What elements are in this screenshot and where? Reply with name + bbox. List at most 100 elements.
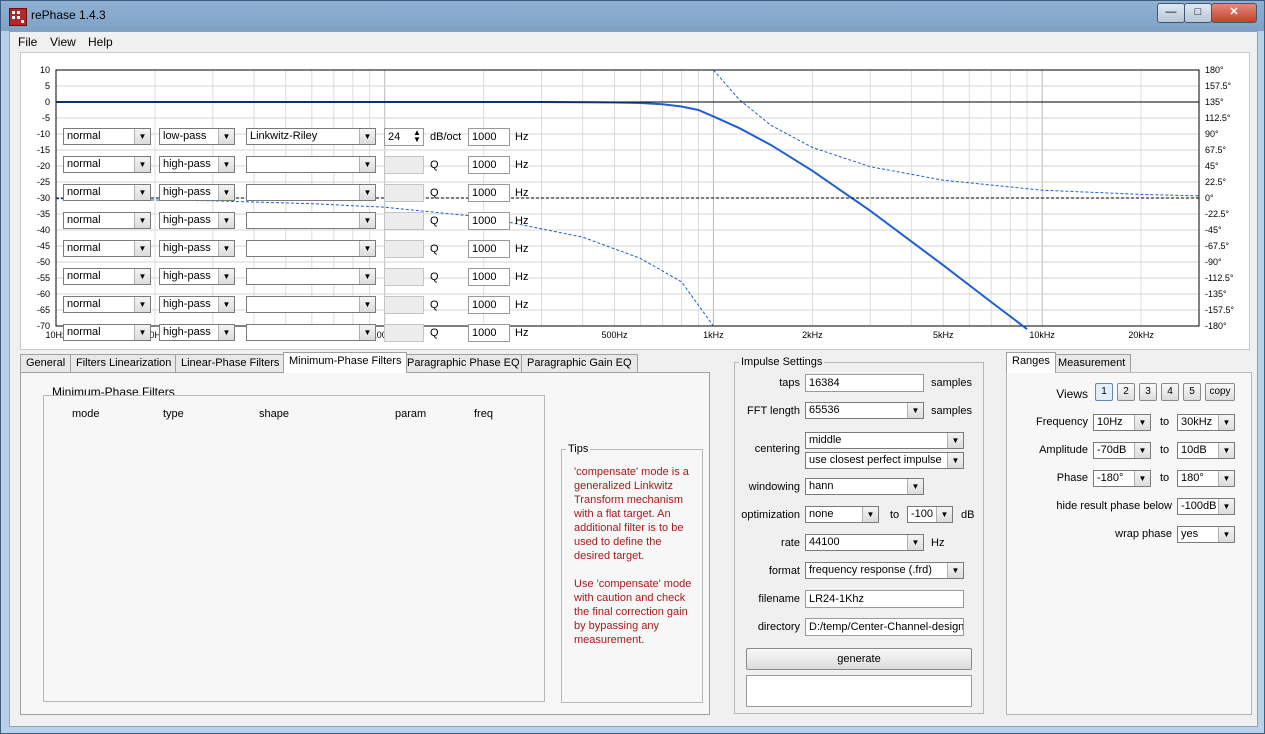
directory-input[interactable]: D:/temp/Center-Channel-designs xyxy=(805,618,964,636)
shape-select[interactable]: ▼ xyxy=(246,156,376,173)
x-tick-label: 1kHz xyxy=(703,330,724,340)
format-select[interactable]: frequency response (.frd) ▼ xyxy=(805,562,964,579)
view-5-button[interactable]: 5 xyxy=(1183,383,1201,401)
phase-curve-wrapped xyxy=(713,69,1200,197)
param-input[interactable] xyxy=(384,184,424,202)
mode-select[interactable]: normal ▼ xyxy=(63,296,151,313)
shape-select[interactable]: ▼ xyxy=(246,212,376,229)
shape-select[interactable]: Linkwitz-Riley ▼ xyxy=(246,128,376,145)
tab-paragraphic-gain-eq[interactable]: Paragraphic Gain EQ xyxy=(521,354,638,372)
spinner-icon[interactable]: ▲ ▼ xyxy=(413,129,421,144)
type-select[interactable]: high-pass ▼ xyxy=(159,212,235,229)
freq-input[interactable]: 1000 xyxy=(468,268,510,286)
type-select[interactable]: low-pass ▼ xyxy=(159,128,235,145)
y2-tick-label: 67.5° xyxy=(1205,145,1227,155)
centering-select[interactable]: middle ▼ xyxy=(805,432,964,449)
freq-unit: Hz xyxy=(515,327,529,339)
mode-select[interactable]: normal ▼ xyxy=(63,156,151,173)
mode-select[interactable]: normal ▼ xyxy=(63,240,151,257)
menu-help[interactable]: Help xyxy=(82,35,119,49)
type-select[interactable]: high-pass ▼ xyxy=(159,324,235,341)
frequency-to-value: 30kHz xyxy=(1181,416,1213,428)
y2-tick-label: 45° xyxy=(1205,161,1219,171)
title-bar[interactable]: rePhase 1.4.3 — □ ✕ xyxy=(1,1,1264,31)
shape-select[interactable]: ▼ xyxy=(246,296,376,313)
centering-label: centering xyxy=(754,443,800,455)
maximize-button[interactable]: □ xyxy=(1184,3,1212,23)
shape-select[interactable]: ▼ xyxy=(246,240,376,257)
param-input[interactable] xyxy=(384,212,424,230)
param-input[interactable] xyxy=(384,268,424,286)
phase-from-select[interactable]: -180° ▼ xyxy=(1093,470,1151,487)
copy-view-button[interactable]: copy xyxy=(1205,383,1235,401)
mode-value: normal xyxy=(67,214,101,226)
close-button[interactable]: ✕ xyxy=(1211,3,1257,23)
param-input[interactable] xyxy=(384,296,424,314)
tab-filters-linearization[interactable]: Filters Linearization xyxy=(70,354,178,372)
minimize-button[interactable]: — xyxy=(1157,3,1185,23)
optimization-level-select[interactable]: -100 ▼ xyxy=(907,506,953,523)
freq-input[interactable]: 1000 xyxy=(468,324,510,342)
type-value: high-pass xyxy=(163,242,211,254)
mode-value: normal xyxy=(67,186,101,198)
tab-general[interactable]: General xyxy=(20,354,72,372)
freq-input[interactable]: 1000 xyxy=(468,156,510,174)
view-1-button[interactable]: 1 xyxy=(1095,383,1113,401)
tab-minimum-phase-filters[interactable]: Minimum-Phase Filters xyxy=(283,352,408,373)
fft-length-select[interactable]: 65536 ▼ xyxy=(805,402,924,419)
menu-file[interactable]: File xyxy=(12,35,43,49)
mode-select[interactable]: normal ▼ xyxy=(63,184,151,201)
rate-select[interactable]: 44100 ▼ xyxy=(805,534,924,551)
optimization-select[interactable]: none ▼ xyxy=(805,506,879,523)
frequency-from-select[interactable]: 10Hz ▼ xyxy=(1093,414,1151,431)
menu-view[interactable]: View xyxy=(44,35,82,49)
mode-select[interactable]: normal ▼ xyxy=(63,268,151,285)
taps-input[interactable]: 16384 xyxy=(805,374,924,392)
wrap-phase-select[interactable]: yes ▼ xyxy=(1177,526,1235,543)
mode-select[interactable]: normal ▼ xyxy=(63,212,151,229)
tab-paragraphic-phase-eq[interactable]: Paragraphic Phase EQ xyxy=(401,354,526,372)
mode-select[interactable]: normal ▼ xyxy=(63,128,151,145)
chevron-down-icon: ▼ xyxy=(907,535,923,550)
shape-select[interactable]: ▼ xyxy=(246,268,376,285)
amplitude-from-select[interactable]: -70dB ▼ xyxy=(1093,442,1151,459)
type-select[interactable]: high-pass ▼ xyxy=(159,268,235,285)
freq-input[interactable]: 1000 xyxy=(468,296,510,314)
tab-linear-phase-filters[interactable]: Linear-Phase Filters xyxy=(175,354,286,372)
view-2-button[interactable]: 2 xyxy=(1117,383,1135,401)
amplitude-to-select[interactable]: 10dB ▼ xyxy=(1177,442,1235,459)
phase-to-select[interactable]: 180° ▼ xyxy=(1177,470,1235,487)
y2-tick-label: 112.5° xyxy=(1205,113,1231,123)
freq-input[interactable]: 1000 xyxy=(468,128,510,146)
type-select[interactable]: high-pass ▼ xyxy=(159,156,235,173)
type-select[interactable]: high-pass ▼ xyxy=(159,296,235,313)
view-4-button[interactable]: 4 xyxy=(1161,383,1179,401)
tab-measurement[interactable]: Measurement xyxy=(1052,354,1132,372)
taps-unit: samples xyxy=(931,377,972,389)
param-input[interactable] xyxy=(384,156,424,174)
centering-mode-select[interactable]: use closest perfect impulse ▼ xyxy=(805,452,964,469)
filename-input[interactable]: LR24-1Khz xyxy=(805,590,964,608)
type-select[interactable]: high-pass ▼ xyxy=(159,184,235,201)
chevron-down-icon: ▼ xyxy=(862,507,878,522)
rate-label: rate xyxy=(781,537,800,549)
view-3-button[interactable]: 3 xyxy=(1139,383,1157,401)
freq-input[interactable]: 1000 xyxy=(468,184,510,202)
frequency-to-select[interactable]: 30kHz ▼ xyxy=(1177,414,1235,431)
mode-value: normal xyxy=(67,242,101,254)
generate-button[interactable]: generate xyxy=(746,648,972,670)
shape-select[interactable]: ▼ xyxy=(246,324,376,341)
param-unit: Q xyxy=(430,215,439,227)
windowing-select[interactable]: hann ▼ xyxy=(805,478,924,495)
shape-select[interactable]: ▼ xyxy=(246,184,376,201)
param-input[interactable] xyxy=(384,324,424,342)
views-label: Views xyxy=(1056,387,1088,401)
param-input[interactable] xyxy=(384,240,424,258)
hide-phase-select[interactable]: -100dB ▼ xyxy=(1177,498,1235,515)
freq-input[interactable]: 1000 xyxy=(468,240,510,258)
tab-ranges[interactable]: Ranges xyxy=(1006,352,1056,373)
chevron-down-icon: ▼ xyxy=(218,157,234,172)
mode-select[interactable]: normal ▼ xyxy=(63,324,151,341)
type-select[interactable]: high-pass ▼ xyxy=(159,240,235,257)
freq-input[interactable]: 1000 xyxy=(468,212,510,230)
